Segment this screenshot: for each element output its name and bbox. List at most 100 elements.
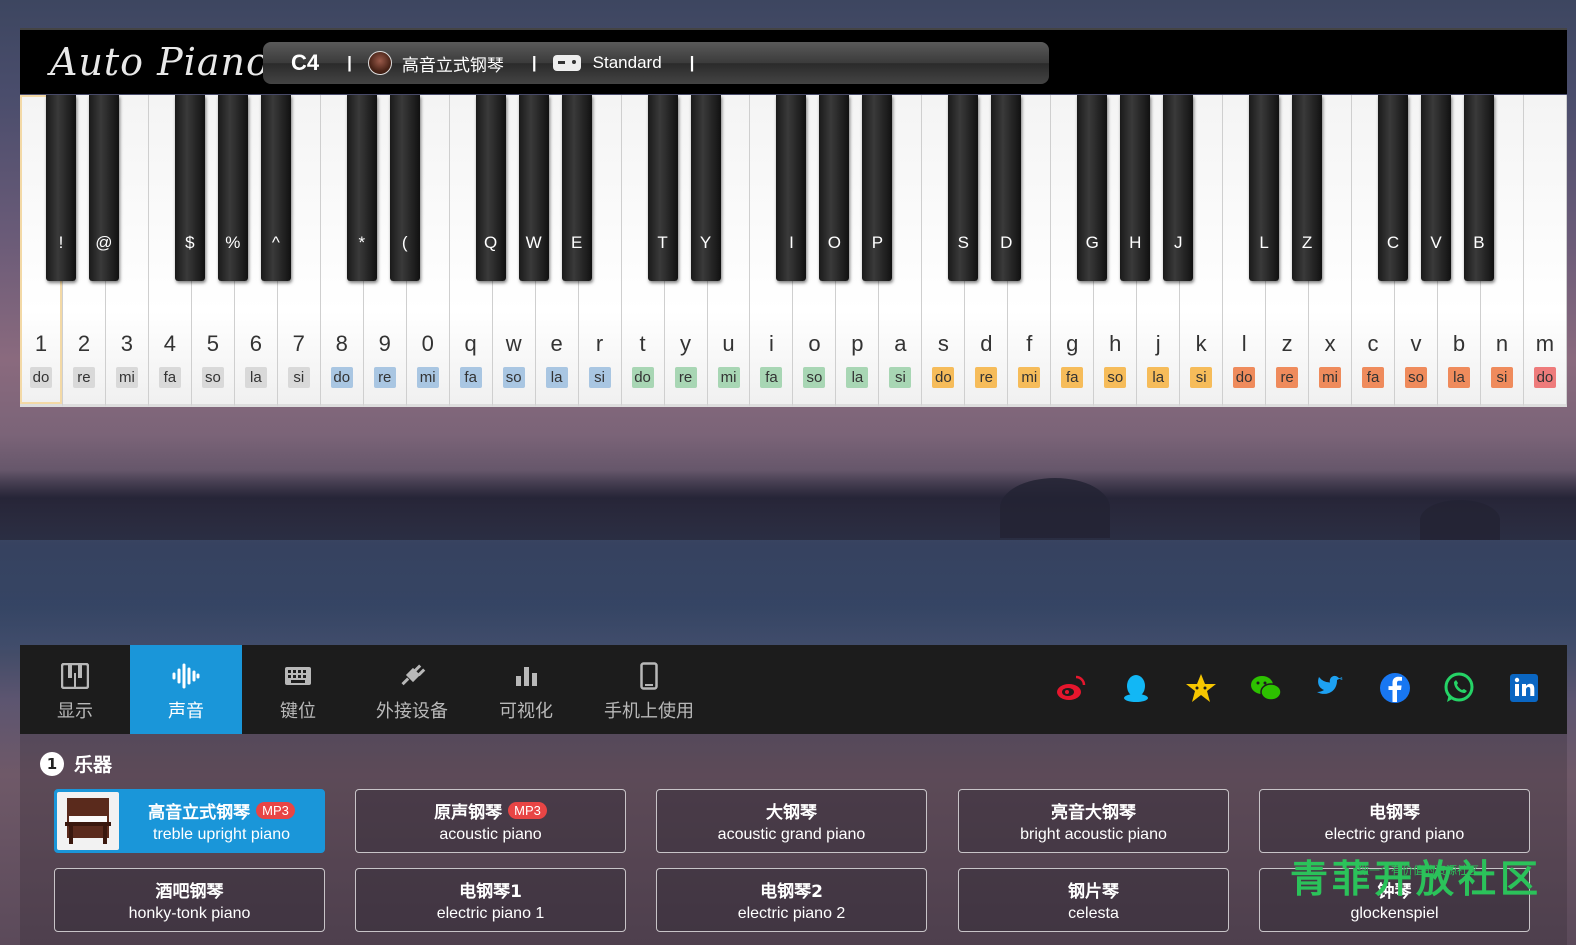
- plug-icon: [401, 664, 426, 686]
- tab-visualize[interactable]: 可视化: [470, 645, 582, 734]
- wechat-icon[interactable]: [1249, 671, 1283, 705]
- section-title: 乐器: [74, 754, 113, 776]
- white-key[interactable]: m do: [1523, 95, 1567, 407]
- twitter-icon[interactable]: [1313, 671, 1347, 705]
- key-label: D: [1000, 233, 1013, 252]
- app-logo[interactable]: Auto Piano: [50, 40, 270, 84]
- current-octave[interactable]: C4: [291, 50, 319, 76]
- black-key[interactable]: J: [1163, 95, 1194, 281]
- solfege-badge: do: [330, 367, 353, 388]
- gamepad-icon: [552, 55, 581, 71]
- key-label: V: [1430, 233, 1442, 252]
- weibo-icon[interactable]: [1054, 671, 1088, 705]
- solfege-badge: la: [244, 367, 267, 388]
- black-key[interactable]: %: [217, 95, 248, 281]
- black-key[interactable]: Y: [690, 95, 721, 281]
- black-key[interactable]: E: [561, 95, 592, 281]
- key-label: i: [769, 331, 774, 356]
- keyboard-icon: [285, 667, 311, 685]
- instrument-button[interactable]: 电钢琴 electric grand piano: [1259, 789, 1530, 853]
- key-label: s: [937, 331, 949, 356]
- whatsapp-icon[interactable]: [1442, 671, 1476, 705]
- key-label: 4: [163, 331, 177, 356]
- sound-wave-icon: [172, 663, 200, 689]
- piano-keys-icon: [61, 663, 89, 689]
- key-label: E: [570, 233, 583, 252]
- key-label: o: [808, 331, 821, 356]
- key-label: 7: [292, 331, 305, 356]
- instrument-name-cn-text: 亮音大钢琴: [1051, 803, 1136, 823]
- black-key[interactable]: Z: [1292, 95, 1323, 281]
- instrument-button[interactable]: 电钢琴1 electric piano 1: [355, 868, 626, 932]
- linkedin-icon[interactable]: [1507, 671, 1541, 705]
- instrument-button[interactable]: 高音立式钢琴 MP3 treble upright piano: [54, 789, 325, 853]
- status-bar: C4 | 高音立式钢琴 | Standard |: [263, 42, 1049, 84]
- black-key[interactable]: P: [862, 95, 893, 281]
- black-key[interactable]: T: [647, 95, 678, 281]
- black-key[interactable]: C: [1378, 95, 1409, 281]
- black-key[interactable]: G: [1077, 95, 1108, 281]
- instrument-button[interactable]: 酒吧钢琴 honky-tonk piano: [54, 868, 325, 932]
- black-key[interactable]: O: [819, 95, 850, 281]
- facebook-icon[interactable]: [1378, 671, 1412, 705]
- key-label: Y: [699, 233, 712, 252]
- background-hill: [1420, 500, 1500, 540]
- black-key[interactable]: D: [991, 95, 1022, 281]
- solfege-badge: mi: [115, 367, 138, 388]
- black-key[interactable]: *: [346, 95, 377, 281]
- black-key[interactable]: S: [948, 95, 979, 281]
- tab-mobile[interactable]: 手机上使用: [590, 645, 708, 734]
- key-label: @: [95, 233, 113, 252]
- solfege-badge: mi: [1319, 367, 1342, 388]
- key-label: m: [1535, 331, 1555, 356]
- black-key[interactable]: Q: [475, 95, 506, 281]
- mobile-phone-icon: [640, 662, 658, 690]
- tab-sound[interactable]: 声音: [130, 645, 242, 734]
- solfege-badge: fa: [760, 367, 783, 388]
- black-key[interactable]: B: [1463, 95, 1494, 281]
- instrument-name-en: bright acoustic piano: [1020, 826, 1167, 843]
- mp3-badge: MP3: [508, 802, 547, 819]
- current-instrument[interactable]: 高音立式钢琴: [402, 51, 504, 76]
- key-label: ^: [271, 233, 280, 252]
- tab-display[interactable]: 显示: [20, 645, 130, 734]
- black-key[interactable]: $: [174, 95, 205, 281]
- black-key[interactable]: @: [88, 95, 119, 281]
- black-key[interactable]: L: [1249, 95, 1280, 281]
- instrument-button[interactable]: 钢片琴 celesta: [958, 868, 1229, 932]
- instrument-name-cn-text: 高音立式钢琴: [148, 803, 251, 823]
- instrument-button[interactable]: 亮音大钢琴 bright acoustic piano: [958, 789, 1229, 853]
- solfege-badge: la: [1147, 367, 1170, 388]
- tab-keys[interactable]: 键位: [242, 645, 354, 734]
- key-label: $: [185, 233, 195, 252]
- instrument-button[interactable]: 大钢琴 acoustic grand piano: [656, 789, 927, 853]
- black-key[interactable]: ^: [260, 95, 291, 281]
- key-label: (: [401, 233, 408, 252]
- star-icon[interactable]: [1184, 671, 1218, 705]
- instrument-name-cn: 原声钢琴 MP3: [356, 798, 625, 823]
- black-key[interactable]: V: [1421, 95, 1451, 281]
- instrument-button[interactable]: 原声钢琴 MP3 acoustic piano: [355, 789, 626, 853]
- instrument-button[interactable]: 电钢琴2 electric piano 2: [656, 868, 927, 932]
- key-label: 9: [378, 331, 391, 356]
- instrument-name-cn: 电钢琴1: [356, 877, 625, 902]
- solfege-badge: re: [72, 367, 95, 388]
- section-heading: 1 乐器: [40, 750, 112, 777]
- qq-icon[interactable]: [1119, 671, 1153, 705]
- separator: |: [347, 53, 352, 72]
- black-key[interactable]: !: [45, 95, 76, 281]
- solfege-badge: mi: [416, 367, 439, 388]
- key-label: 8: [335, 331, 348, 356]
- black-key[interactable]: H: [1120, 95, 1151, 281]
- key-label: 1: [34, 331, 48, 356]
- black-key[interactable]: I: [776, 95, 807, 281]
- keyboard-mode[interactable]: Standard: [593, 53, 662, 73]
- black-key[interactable]: (: [389, 95, 420, 281]
- tab-sound-label: 声音: [168, 701, 204, 722]
- instrument-name-cn-text: 钢片琴: [1068, 882, 1119, 902]
- black-key[interactable]: W: [518, 95, 549, 281]
- instrument-name-en: celesta: [1068, 905, 1119, 922]
- tab-visualize-label: 可视化: [499, 701, 553, 722]
- tab-devices[interactable]: 外接设备: [354, 645, 470, 734]
- key-label: C: [1386, 233, 1400, 252]
